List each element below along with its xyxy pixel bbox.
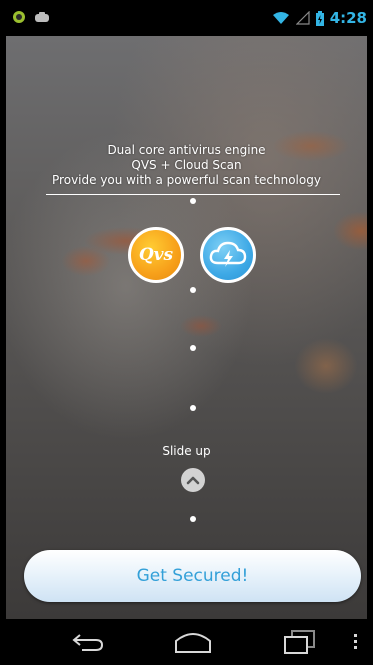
wallpaper-background: Dual core antivirus engine QVS + Cloud S… bbox=[6, 36, 367, 619]
signal-icon bbox=[295, 11, 310, 25]
qvs-logo-label: Qvs bbox=[138, 245, 174, 265]
recent-apps-icon[interactable] bbox=[282, 629, 316, 655]
slide-up-button[interactable] bbox=[181, 468, 205, 492]
promo-text: Dual core antivirus engine QVS + Cloud S… bbox=[6, 143, 367, 190]
menu-icon[interactable] bbox=[353, 633, 359, 651]
status-bar: 4:28 bbox=[0, 0, 373, 36]
get-secured-button[interactable]: Get Secured! bbox=[24, 550, 361, 602]
promo-divider bbox=[46, 194, 340, 195]
cloud-lightning-icon bbox=[209, 241, 247, 267]
promo-line-engine: Dual core antivirus engine bbox=[107, 143, 266, 157]
android-notification-icon bbox=[13, 11, 25, 23]
controller-notification-icon bbox=[35, 12, 49, 22]
navigation-bar bbox=[0, 619, 373, 665]
slide-up-label: Slide up bbox=[162, 444, 211, 458]
back-icon[interactable] bbox=[70, 629, 106, 653]
promo-line-scan: QVS + Cloud Scan bbox=[131, 158, 242, 172]
qvs-engine-logo: Qvs bbox=[128, 227, 184, 283]
home-icon[interactable] bbox=[173, 629, 213, 655]
clock: 4:28 bbox=[329, 9, 367, 27]
promo-line-technology: Provide you with a powerful scan technol… bbox=[52, 173, 321, 187]
progress-dot bbox=[190, 345, 196, 351]
progress-dot bbox=[190, 198, 196, 204]
cloud-scan-logo bbox=[200, 227, 256, 283]
battery-icon bbox=[315, 10, 324, 26]
progress-dot bbox=[190, 516, 196, 522]
progress-dot bbox=[190, 405, 196, 411]
wifi-icon bbox=[272, 12, 289, 24]
progress-dot bbox=[190, 287, 196, 293]
chevron-up-icon bbox=[186, 476, 200, 485]
